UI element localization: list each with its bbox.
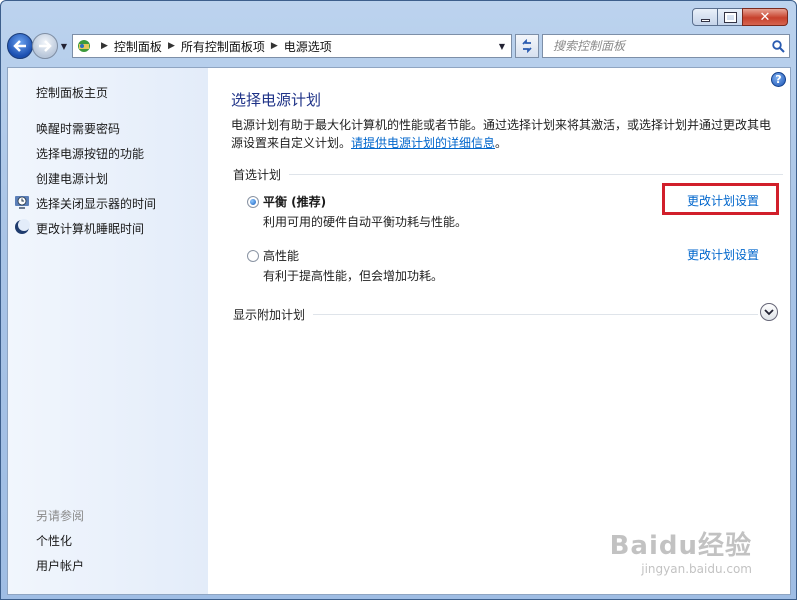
watermark-logo: Baidu经验 xyxy=(609,531,752,561)
section-divider xyxy=(289,174,783,175)
watermark: Baidu经验 jingyan.baidu.com xyxy=(610,525,752,576)
refresh-icon xyxy=(522,39,532,53)
sidebar: 控制面板主页 唤醒时需要密码 选择电源按钮的功能 创建电源计划 选择关闭显示器的… xyxy=(8,68,208,594)
preferred-plans-heading: 首选计划 xyxy=(233,166,783,183)
page-title: 选择电源计划 xyxy=(231,91,322,109)
breadcrumb-control-panel[interactable]: 控制面板 xyxy=(114,38,162,55)
breadcrumb-power-options[interactable]: 电源选项 xyxy=(284,38,332,55)
close-icon: ✕ xyxy=(759,9,771,25)
minimize-icon xyxy=(700,18,710,22)
section-divider xyxy=(313,314,758,315)
description-end: 。 xyxy=(495,136,508,150)
plan-high-performance-radio[interactable] xyxy=(247,250,259,262)
sidebar-item-user-accounts[interactable]: 用户帐户 xyxy=(36,557,84,574)
refresh-button[interactable] xyxy=(515,34,539,58)
maximize-button[interactable] xyxy=(717,8,743,26)
expand-additional-plans-button[interactable] xyxy=(760,303,778,321)
client-area: 控制面板主页 唤醒时需要密码 选择电源按钮的功能 创建电源计划 选择关闭显示器的… xyxy=(7,67,791,595)
sidebar-item-personalization[interactable]: 个性化 xyxy=(36,532,72,549)
help-icon[interactable]: ? xyxy=(771,72,786,87)
chevron-right-icon[interactable]: ▶ xyxy=(265,41,284,51)
plan-details-link[interactable]: 请提供电源计划的详细信息 xyxy=(351,136,495,150)
sidebar-item-create-plan[interactable]: 创建电源计划 xyxy=(36,170,108,187)
search-input[interactable] xyxy=(553,39,767,53)
highlight-box xyxy=(662,183,779,215)
plan-high-performance-change-settings-link[interactable]: 更改计划设置 xyxy=(687,246,759,263)
back-arrow-icon xyxy=(13,40,26,52)
main-content: ? 选择电源计划 电源计划有助于最大化计算机的性能或者节能。通过选择计划来将其激… xyxy=(208,68,790,594)
window: ✕ ▼ ▶ 控制面板 ▶ 所有控制面板项 ▶ 电源选项 ▼ 搜索控制面板 控制面… xyxy=(0,0,797,600)
forward-arrow-icon xyxy=(39,40,52,52)
additional-plans-heading[interactable]: 显示附加计划 xyxy=(233,306,758,323)
control-panel-icon xyxy=(73,38,95,54)
minimize-button[interactable] xyxy=(692,8,718,26)
page-description: 电源计划有助于最大化计算机的性能或者节能。通过选择计划来将其激活，或选择计划并通… xyxy=(231,116,776,152)
recent-pages-dropdown[interactable]: ▼ xyxy=(58,42,70,51)
sidebar-item-power-buttons[interactable]: 选择电源按钮的功能 xyxy=(36,145,144,162)
plan-balanced-description: 利用可用的硬件自动平衡功耗与性能。 xyxy=(263,215,468,229)
sidebar-item-wake-password[interactable]: 唤醒时需要密码 xyxy=(36,120,120,137)
display-clock-icon xyxy=(14,194,30,210)
sidebar-item-display-off[interactable]: 选择关闭显示器的时间 xyxy=(36,195,156,212)
close-button[interactable]: ✕ xyxy=(742,8,788,26)
see-also-heading: 另请参阅 xyxy=(36,509,85,523)
address-bar[interactable]: ▶ 控制面板 ▶ 所有控制面板项 ▶ 电源选项 ▼ xyxy=(72,34,512,58)
sidebar-item-sleep-time[interactable]: 更改计算机睡眠时间 xyxy=(36,220,144,237)
additional-plans-label[interactable]: 显示附加计划 xyxy=(233,306,305,323)
plan-high-performance-description: 有利于提高性能，但会增加功耗。 xyxy=(263,269,444,283)
address-dropdown[interactable]: ▼ xyxy=(493,42,511,51)
watermark-url: jingyan.baidu.com xyxy=(641,562,752,576)
plan-high-performance-name[interactable]: 高性能 xyxy=(263,247,299,264)
chevron-right-icon[interactable]: ▶ xyxy=(162,41,181,51)
breadcrumb-all-items[interactable]: 所有控制面板项 xyxy=(181,38,265,55)
maximize-icon xyxy=(723,11,737,23)
back-button[interactable] xyxy=(7,33,33,59)
sidebar-item-home[interactable]: 控制面板主页 xyxy=(36,84,108,101)
chevron-right-icon: ▶ xyxy=(101,41,108,51)
search-box[interactable] xyxy=(542,34,790,58)
search-icon[interactable] xyxy=(767,39,789,53)
caption-buttons: ✕ xyxy=(692,8,788,26)
plan-balanced-radio[interactable] xyxy=(247,196,259,208)
navigation-bar: ▼ ▶ 控制面板 ▶ 所有控制面板项 ▶ 电源选项 ▼ xyxy=(7,32,790,60)
moon-icon xyxy=(14,219,30,235)
plan-balanced-name[interactable]: 平衡 (推荐) xyxy=(263,193,326,210)
preferred-plans-label: 首选计划 xyxy=(233,168,282,182)
chevron-down-icon xyxy=(764,309,774,316)
forward-button[interactable] xyxy=(32,33,58,59)
